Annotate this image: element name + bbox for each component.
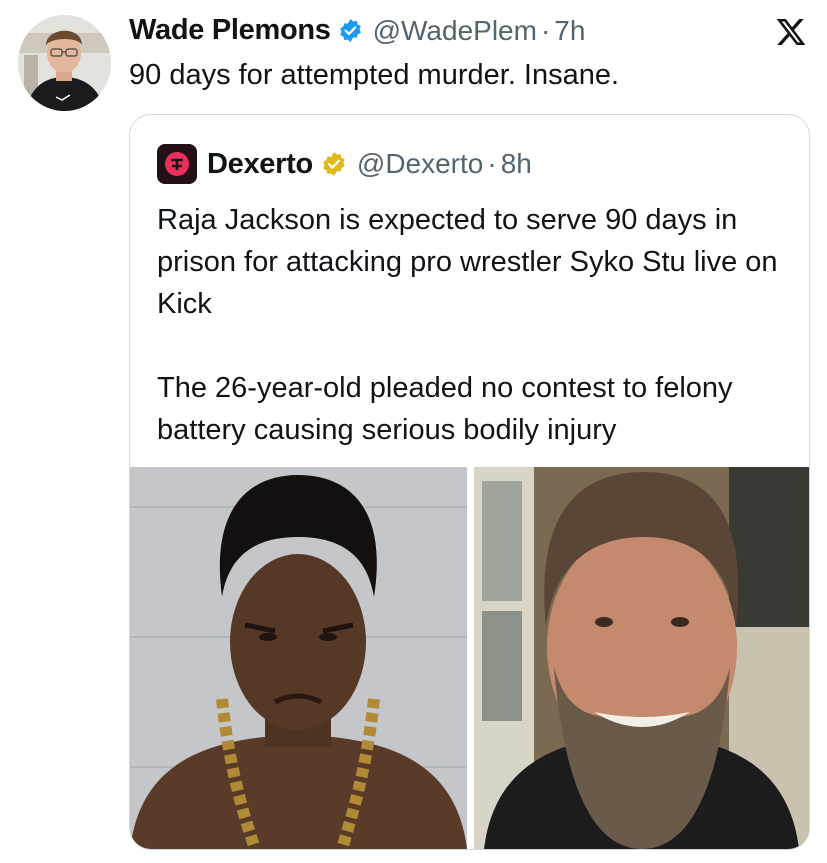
- quoted-tweet-header: Dexerto @Dexerto · 8h: [157, 144, 532, 184]
- author-handle[interactable]: @WadePlem: [373, 15, 537, 47]
- verified-gold-badge-icon: [321, 151, 347, 177]
- verified-badge-icon: [338, 18, 363, 43]
- photo-bearded-man[interactable]: [474, 467, 809, 849]
- quoted-author-handle[interactable]: @Dexerto: [357, 148, 483, 180]
- quoted-paragraph: Raja Jackson is expected to serve 90 day…: [157, 204, 778, 320]
- media-grid: [130, 467, 809, 849]
- author-name[interactable]: Wade Plemons: [129, 14, 331, 47]
- photo-mugshot[interactable]: [130, 467, 467, 849]
- dexerto-avatar[interactable]: [157, 144, 197, 184]
- separator-dot: ·: [487, 148, 497, 179]
- tweet-text: 90 days for attempted murder. Insane.: [129, 59, 620, 91]
- quoted-tweet-card[interactable]: Dexerto @Dexerto · 8h Raja Jackson is ex…: [129, 114, 810, 850]
- tweet-header: Wade Plemons @WadePlem · 7h: [129, 14, 585, 47]
- post-time[interactable]: 7h: [554, 15, 585, 47]
- quoted-paragraph: The 26-year-old pleaded no contest to fe…: [157, 372, 733, 446]
- quoted-tweet-text: Raja Jackson is expected to serve 90 day…: [157, 199, 797, 451]
- quoted-post-time[interactable]: 8h: [501, 148, 532, 180]
- author-avatar[interactable]: [18, 15, 111, 111]
- separator-dot: ·: [540, 14, 551, 46]
- x-logo-icon[interactable]: [775, 16, 807, 48]
- quoted-author-name[interactable]: Dexerto: [207, 148, 313, 181]
